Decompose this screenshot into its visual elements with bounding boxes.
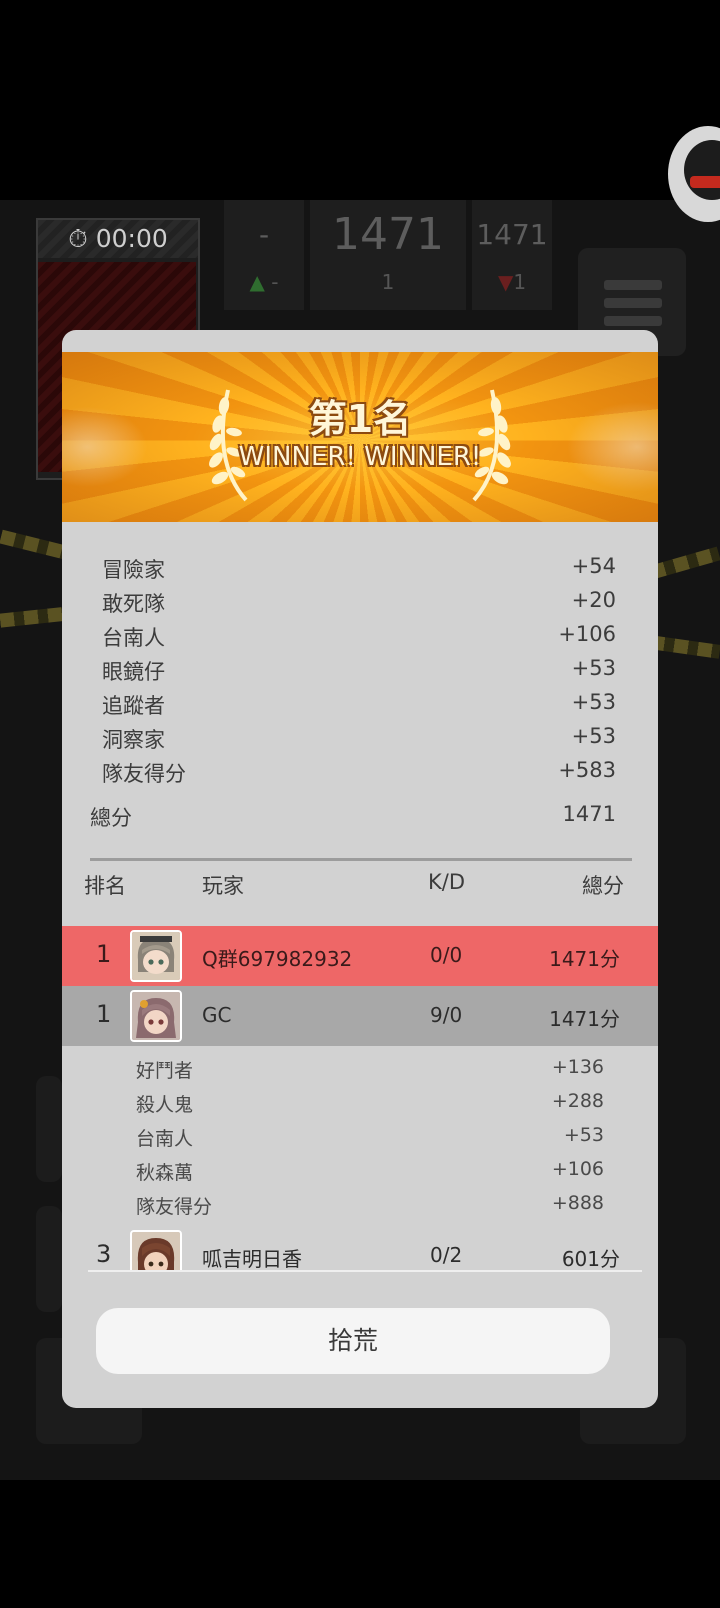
bonus-value: +20: [571, 588, 616, 612]
scavenge-button[interactable]: 拾荒: [96, 1308, 610, 1374]
detail-value: +136: [551, 1056, 604, 1078]
player-name: 呱吉明日香: [202, 1247, 302, 1270]
bonus-value: +583: [558, 758, 616, 782]
table-row[interactable]: 1 GC 9/0 1471分: [62, 986, 658, 1046]
player-rank: 1: [96, 940, 112, 968]
right-score: 1471: [476, 218, 548, 251]
bonus-value: +106: [558, 622, 616, 646]
timer-text: 00:00: [95, 224, 168, 253]
detail-row: 好鬥者 +136: [136, 1056, 604, 1090]
left-delta: -: [271, 270, 279, 294]
total-label: 總分: [90, 806, 132, 830]
bonus-row: 眼鏡仔 +53: [102, 656, 616, 690]
detail-row: 隊友得分 +888: [136, 1192, 604, 1226]
bonus-row: 洞察家 +53: [102, 724, 616, 758]
left-score: -: [258, 218, 270, 251]
up-arrow-icon: ▲: [249, 270, 265, 294]
bonus-value: +54: [571, 554, 616, 578]
center-score: 1471: [332, 209, 444, 260]
bonus-value: +53: [571, 724, 616, 748]
clock-icon: ⏱: [68, 224, 88, 253]
header-player: 玩家: [202, 874, 244, 898]
list-bottom-edge: [88, 1270, 642, 1272]
center-rank: 1: [381, 270, 395, 294]
hamburger-icon: [604, 298, 662, 308]
player-name: GC: [202, 1003, 232, 1027]
rank-title: 第1名: [308, 397, 412, 441]
match-timer: ⏱ 00:00: [38, 220, 198, 258]
detail-row: 殺人鬼 +288: [136, 1090, 604, 1124]
detail-label: 台南人: [136, 1128, 194, 1150]
result-dialog: 第1名 WINNER! WINNER! 冒險家 +54 敢死隊 +20 台南人 …: [62, 330, 658, 1408]
player-kd: 0/2: [430, 1243, 463, 1267]
bonus-value: +53: [571, 656, 616, 680]
player-score: 1471分: [549, 1007, 620, 1031]
side-button[interactable]: [36, 1206, 62, 1312]
side-button[interactable]: [36, 1076, 62, 1182]
avatar: [130, 990, 182, 1042]
down-arrow-icon: ▼: [497, 270, 514, 294]
detail-row: 秋森萬 +106: [136, 1158, 604, 1192]
center-score-panel: 1471 1: [310, 200, 466, 310]
left-score-panel: - ▲ -: [224, 200, 304, 310]
bonus-row: 敢死隊 +20: [102, 588, 616, 622]
bonus-label: 追蹤者: [102, 694, 165, 718]
bonus-label: 隊友得分: [102, 762, 186, 786]
bonus-label: 台南人: [102, 626, 165, 650]
bonus-row: 冒險家 +54: [102, 554, 616, 588]
detail-value: +288: [551, 1090, 604, 1112]
player-rank: 3: [96, 1240, 112, 1268]
bonus-row: 台南人 +106: [102, 622, 616, 656]
bonus-row: 隊友得分 +583: [102, 758, 616, 792]
detail-value: +888: [551, 1192, 604, 1214]
player-rank: 1: [96, 1000, 112, 1028]
detail-label: 秋森萬: [136, 1162, 194, 1184]
avatar: [130, 1230, 182, 1270]
bonus-label: 眼鏡仔: [102, 660, 165, 684]
penguin-scarf: [690, 176, 720, 188]
right-rank: 1: [513, 270, 527, 294]
bonus-label: 敢死隊: [102, 592, 165, 616]
detail-row: 台南人 +53: [136, 1124, 604, 1158]
winner-subtitle: WINNER! WINNER!: [238, 442, 482, 472]
bonus-label: 洞察家: [102, 728, 165, 752]
detail-label: 好鬥者: [136, 1060, 194, 1082]
player-score: 1471分: [549, 947, 620, 971]
table-clip: 3 呱吉明日香 0/2 601分: [62, 1226, 658, 1270]
detail-label: 隊友得分: [136, 1196, 213, 1218]
player-name: Q群697982932: [202, 947, 353, 971]
header-score: 總分: [582, 874, 624, 898]
right-score-panel: 1471 ▼1: [472, 200, 552, 310]
table-row[interactable]: 3 呱吉明日香 0/2 601分: [62, 1226, 658, 1270]
header-kd: K/D: [428, 870, 466, 894]
total-value: 1471: [562, 802, 616, 826]
bonus-label: 冒險家: [102, 558, 165, 582]
hamburger-icon: [604, 280, 662, 290]
bonus-value: +53: [571, 690, 616, 714]
player-kd: 9/0: [430, 1003, 463, 1027]
detail-value: +53: [563, 1124, 604, 1146]
avatar: [130, 930, 182, 982]
total-score-row: 總分 1471: [90, 802, 616, 836]
bonus-row: 追蹤者 +53: [102, 690, 616, 724]
divider: [90, 858, 632, 861]
header-rank: 排名: [84, 874, 126, 898]
table-row[interactable]: 1 Q群697982932 0/0 1471分: [62, 926, 658, 986]
detail-value: +106: [551, 1158, 604, 1180]
hamburger-icon: [604, 316, 662, 326]
player-score: 601分: [561, 1247, 620, 1270]
player-kd: 0/0: [430, 943, 463, 967]
detail-label: 殺人鬼: [136, 1094, 194, 1116]
winner-banner: 第1名 WINNER! WINNER!: [62, 352, 658, 522]
